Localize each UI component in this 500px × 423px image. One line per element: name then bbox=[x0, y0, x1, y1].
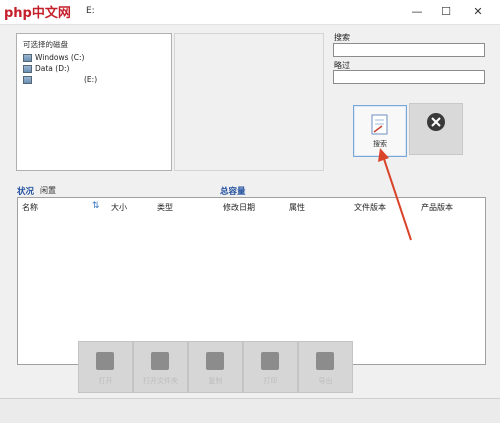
annotation-arrow bbox=[378, 148, 412, 241]
